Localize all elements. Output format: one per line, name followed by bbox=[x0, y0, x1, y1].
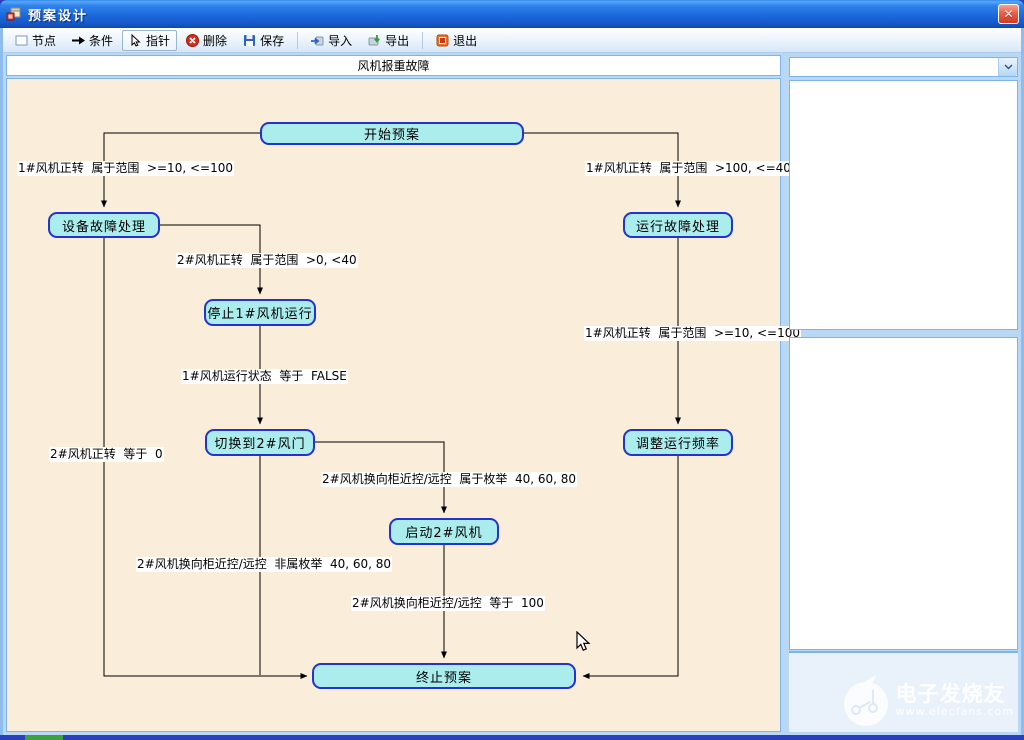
edge-label[interactable]: 1#风机正转 属于范围 >=10, <=100 bbox=[17, 161, 234, 176]
window-title: 预案设计 bbox=[28, 5, 88, 24]
save-icon bbox=[243, 34, 256, 47]
flow-node-start-fan2[interactable]: 启动2#风机 bbox=[389, 518, 499, 545]
flow-node-switch-damper2[interactable]: 切换到2#风门 bbox=[205, 429, 315, 456]
plan-combobox[interactable] bbox=[789, 57, 1018, 77]
status-panel: 电子发烧友 www.elecfans.com bbox=[789, 651, 1018, 732]
watermark: 电子发烧友 www.elecfans.com bbox=[840, 672, 1014, 728]
edge-label[interactable]: 1#风机运行状态 等于 FALSE bbox=[181, 369, 348, 384]
flow-node-stop-fan1[interactable]: 停止1#风机运行 bbox=[204, 299, 316, 326]
flow-title-bar: 风机报重故障 bbox=[6, 55, 781, 76]
delete-icon bbox=[186, 34, 199, 47]
edge-label[interactable]: 2#风机换向柜近控/远控 等于 100 bbox=[351, 596, 545, 611]
export-button[interactable]: 导出 bbox=[361, 30, 416, 51]
watermark-url: www.elecfans.com bbox=[896, 705, 1014, 718]
edge-label[interactable]: 2#风机换向柜近控/远控 非属枚举 40, 60, 80 bbox=[136, 557, 392, 572]
combobox-dropdown-button[interactable] bbox=[998, 58, 1017, 76]
flow-node-adjust-frequency[interactable]: 调整运行频率 bbox=[623, 429, 733, 456]
pointer-button[interactable]: 指针 bbox=[122, 30, 177, 51]
flow-node-end-plan[interactable]: 终止预案 bbox=[312, 663, 576, 689]
save-button[interactable]: 保存 bbox=[236, 30, 291, 51]
edge-label[interactable]: 2#风机换向柜近控/远控 属于枚举 40, 60, 80 bbox=[321, 472, 577, 487]
taskbar-strip bbox=[0, 735, 1024, 740]
flow-canvas[interactable]: 开始预案 设备故障处理 运行故障处理 停止1#风机运行 切换到2#风门 调整运行… bbox=[6, 78, 781, 732]
title-bar: 预案设计 ✕ bbox=[0, 0, 1024, 28]
property-panel-top bbox=[789, 80, 1018, 330]
property-panel-bottom bbox=[789, 337, 1018, 650]
mouse-cursor bbox=[576, 631, 592, 653]
toolbar-separator bbox=[297, 32, 298, 49]
export-icon bbox=[368, 34, 381, 47]
delete-button[interactable]: 删除 bbox=[179, 30, 234, 51]
toolbar: 节点 条件 指针 删除 保存 导入 导出 退出 bbox=[3, 28, 1021, 53]
import-button[interactable]: 导入 bbox=[304, 30, 359, 51]
flow-connectors bbox=[7, 79, 782, 733]
exit-icon bbox=[436, 34, 449, 47]
toolbar-separator bbox=[422, 32, 423, 49]
node-icon bbox=[15, 34, 28, 47]
flow-node-run-fault[interactable]: 运行故障处理 bbox=[623, 212, 733, 238]
elecfans-logo-icon bbox=[840, 672, 892, 728]
flow-title: 风机报重故障 bbox=[357, 57, 429, 74]
edge-label[interactable]: 2#风机正转 属于范围 >0, <40 bbox=[176, 253, 358, 268]
close-button[interactable]: ✕ bbox=[998, 4, 1019, 24]
condition-arrow-icon bbox=[72, 34, 85, 47]
edge-label[interactable]: 2#风机正转 等于 0 bbox=[49, 447, 164, 462]
taskbar-start-fragment bbox=[25, 735, 63, 740]
chevron-down-icon bbox=[1004, 64, 1013, 70]
edge-label[interactable]: 1#风机正转 属于范围 >100, <=400 bbox=[585, 161, 800, 176]
node-button[interactable]: 节点 bbox=[8, 30, 63, 51]
import-icon bbox=[311, 34, 324, 47]
condition-button[interactable]: 条件 bbox=[65, 30, 120, 51]
pointer-cursor-icon bbox=[129, 34, 142, 47]
edge-label[interactable]: 1#风机正转 属于范围 >=10, <=100 bbox=[584, 326, 801, 341]
app-icon bbox=[6, 6, 22, 22]
exit-button[interactable]: 退出 bbox=[429, 30, 484, 51]
combobox-value bbox=[790, 58, 998, 76]
flow-node-start-plan[interactable]: 开始预案 bbox=[260, 122, 524, 145]
watermark-brand: 电子发烧友 bbox=[896, 683, 1014, 705]
flow-node-equipment-fault[interactable]: 设备故障处理 bbox=[48, 212, 160, 238]
